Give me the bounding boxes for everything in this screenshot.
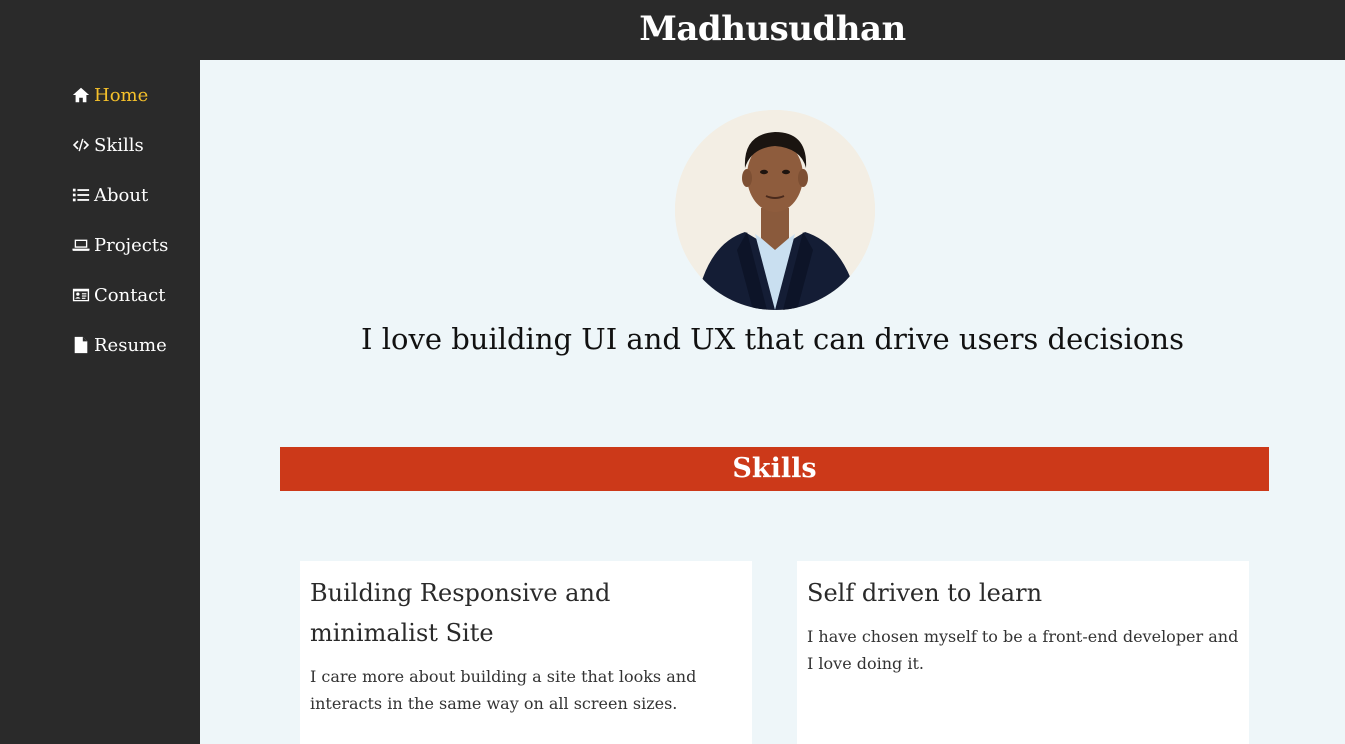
skill-card: Self driven to learn I have chosen mysel… — [797, 561, 1249, 744]
sidebar-item-label: Skills — [94, 134, 144, 156]
skill-card-text: I care more about building a site that l… — [310, 667, 697, 713]
skill-card: Building Responsive and minimalist Site … — [300, 561, 752, 744]
skill-card-title: Self driven to learn — [807, 579, 1043, 607]
sidebar-item-skills[interactable]: Skills — [72, 130, 144, 160]
sidebar-item-label: About — [94, 184, 149, 206]
code-icon — [72, 138, 90, 152]
sidebar-item-home[interactable]: Home — [72, 80, 148, 110]
skill-card-text: I have chosen myself to be a front-end d… — [807, 627, 1239, 673]
top-bar: Madhusudhan — [0, 0, 1345, 60]
sidebar-item-label: Contact — [94, 284, 166, 306]
home-icon — [72, 87, 90, 103]
file-icon — [74, 336, 88, 354]
sidebar-item-label: Home — [94, 84, 149, 106]
id-card-icon — [72, 288, 90, 302]
sidebar-item-projects[interactable]: Projects — [72, 230, 168, 260]
sidebar-item-about[interactable]: About — [72, 180, 148, 210]
sidebar-item-label: Resume — [94, 334, 167, 356]
site-title: Madhusudhan — [639, 9, 906, 49]
list-icon — [72, 188, 90, 202]
sidebar-item-contact[interactable]: Contact — [72, 280, 165, 310]
main-content: I love building UI and UX that can drive… — [200, 60, 1345, 744]
hero-tagline: I love building UI and UX that can drive… — [361, 322, 1184, 356]
skill-card-title: Building Responsive and minimalist Site — [310, 579, 611, 647]
sidebar-item-resume[interactable]: Resume — [72, 330, 167, 360]
sidebar-nav: Home Skills About Projects Contact Resum… — [0, 60, 200, 744]
laptop-icon — [72, 239, 90, 251]
sidebar-item-label: Projects — [94, 234, 169, 256]
skills-section-heading: Skills — [280, 447, 1269, 491]
profile-photo — [675, 110, 875, 310]
